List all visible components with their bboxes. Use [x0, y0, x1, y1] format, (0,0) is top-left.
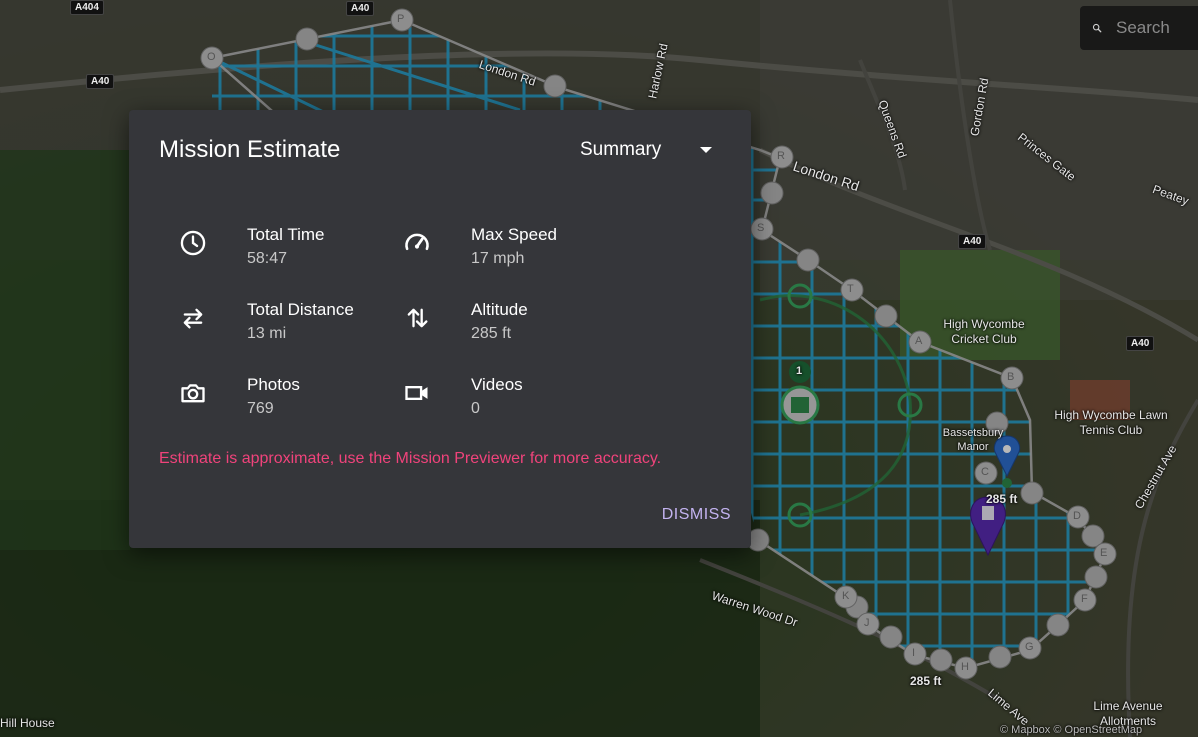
waypoint-label[interactable]: H [961, 661, 969, 673]
waypoint-label[interactable]: K [842, 590, 849, 602]
marker-count: 1 [796, 365, 803, 377]
waypoint-label[interactable]: J [864, 617, 870, 629]
speedometer-icon [405, 233, 429, 251]
road-shield: A40 [346, 1, 375, 16]
stat-label: Photos [247, 375, 300, 394]
waypoint-label[interactable]: R [777, 150, 785, 162]
waypoint-label[interactable]: O [207, 51, 216, 63]
stat-label: Altitude [471, 300, 528, 319]
stat-value: 285 ft [471, 325, 512, 342]
stat-max-speed: Max Speed 17 mph [403, 225, 613, 271]
dialog-title: Mission Estimate [159, 136, 341, 163]
waypoint-label[interactable]: T [847, 283, 854, 295]
waypoint-label[interactable]: S [757, 222, 764, 234]
mission-estimate-dialog: Mission Estimate Summary Total Time 58:4… [129, 110, 751, 548]
place-label: High Wycombe Cricket Club [943, 317, 1025, 346]
waypoint-label[interactable]: P [397, 13, 404, 25]
search-box[interactable] [1080, 6, 1198, 50]
camera-icon [181, 384, 205, 403]
road-shield: A404 [70, 0, 104, 15]
stat-value: 0 [471, 400, 480, 417]
clock-icon [180, 230, 206, 256]
place-label: Bassetsbury Manor [942, 427, 1004, 453]
distance-arrows-icon [183, 308, 203, 329]
stat-photos: Photos 769 [179, 375, 389, 421]
altitude-arrows-icon [407, 308, 428, 328]
waypoint-label[interactable]: C [981, 466, 989, 478]
waypoint-label[interactable]: A [915, 335, 922, 347]
view-select-value: Summary [580, 139, 662, 160]
stat-label: Videos [471, 375, 523, 394]
waypoint-label[interactable]: E [1100, 547, 1107, 559]
road-shield: A40 [1126, 336, 1155, 351]
stat-altitude: Altitude 285 ft [403, 300, 613, 346]
stat-value: 769 [247, 400, 274, 417]
dismiss-button[interactable]: DISMISS [662, 506, 731, 524]
waypoint-label[interactable]: F [1081, 593, 1088, 605]
altitude-label: 285 ft [986, 492, 1018, 506]
search-input[interactable] [1114, 17, 1198, 39]
stat-videos: Videos 0 [403, 375, 613, 421]
stat-value: 17 mph [471, 250, 525, 267]
map-attribution[interactable]: © Mapbox © OpenStreetMap [1000, 724, 1142, 736]
chevron-down-icon [700, 147, 712, 153]
waypoint-label[interactable]: G [1025, 641, 1034, 653]
stat-label: Total Distance [247, 300, 354, 319]
stat-label: Max Speed [471, 225, 557, 244]
search-icon [1092, 23, 1102, 33]
stat-value: 13 mi [247, 325, 287, 342]
accuracy-warning: Estimate is approximate, use the Mission… [159, 450, 662, 467]
road-shield: A40 [86, 74, 115, 89]
stat-value: 58:47 [247, 250, 288, 267]
road-shield: A40 [958, 234, 987, 249]
waypoint-label[interactable]: B [1007, 371, 1014, 383]
waypoint-label[interactable]: D [1073, 510, 1081, 522]
altitude-label: 285 ft [910, 674, 942, 688]
stat-label: Total Time [247, 225, 325, 244]
view-select[interactable]: Summary [580, 136, 720, 164]
video-icon [405, 386, 428, 400]
waypoint-label[interactable]: I [912, 647, 915, 659]
street-label: Hill House [0, 716, 55, 730]
stat-total-time: Total Time 58:47 [179, 225, 389, 271]
place-label: High Wycombe Lawn Tennis Club [1054, 408, 1168, 437]
stat-total-distance: Total Distance 13 mi [179, 300, 389, 346]
